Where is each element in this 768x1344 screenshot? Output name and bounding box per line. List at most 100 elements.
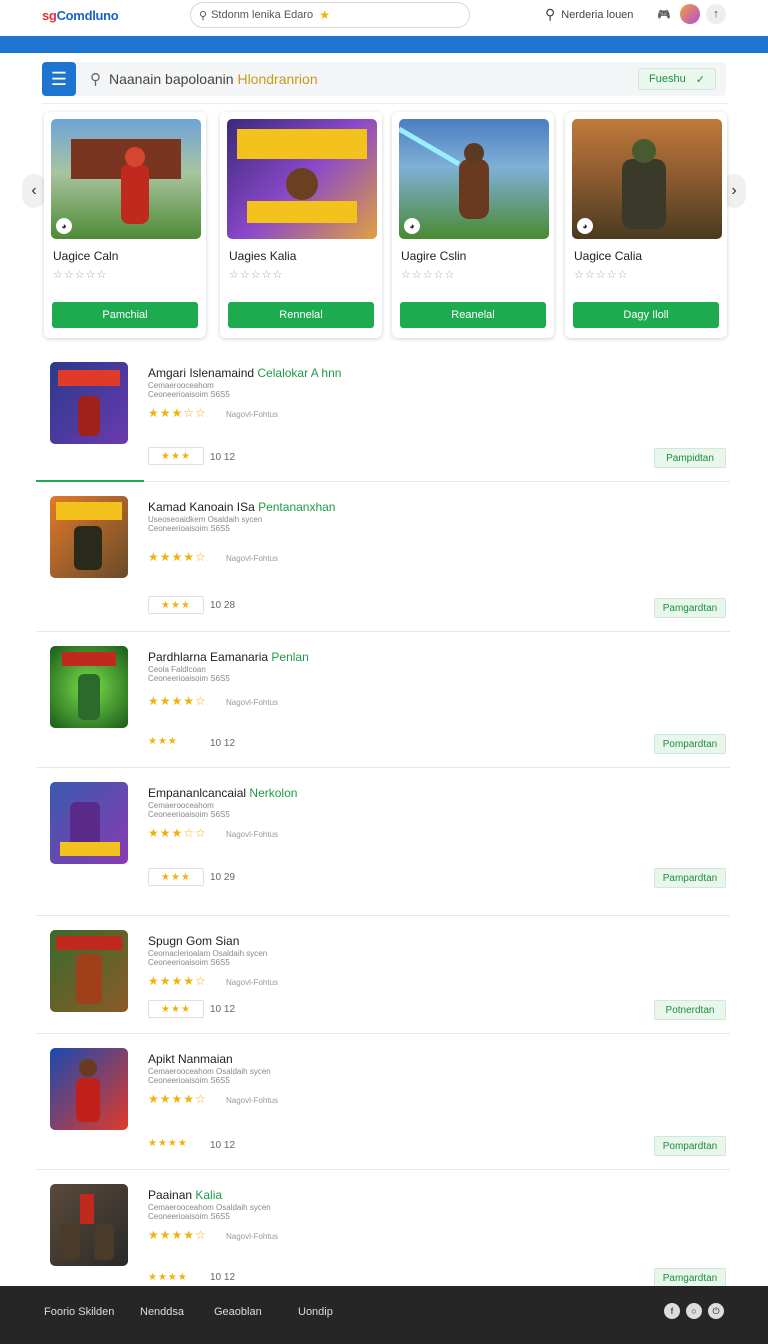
game-meta: Ceoneerioaisoim S6S5 — [148, 1212, 230, 1221]
star-rating: ★★★☆☆ — [148, 826, 207, 840]
list-item[interactable]: Empananlcancaial Nerkolon Cemaerooceahom… — [36, 768, 730, 916]
download-count: 10 12 — [210, 1004, 236, 1015]
game-publisher: Cemaerooceahom — [148, 381, 214, 390]
game-publisher: Ceomaclerioalam Osaldaih sycen — [148, 949, 268, 958]
vote-count: Nagovl-Fohtus — [226, 1096, 279, 1105]
right-search-label: Nerderia louen — [561, 8, 634, 21]
game-title[interactable]: Kamad Kanoain ISa Pentananxhan — [148, 500, 335, 514]
rating-box[interactable]: ★★★★ — [148, 1134, 204, 1152]
header-icons: 🎮 ↑ — [654, 4, 726, 24]
menu-icon[interactable]: ☰ — [42, 62, 76, 96]
footer-link[interactable]: Uondip — [298, 1306, 333, 1318]
brand-bar — [0, 36, 768, 53]
card-title: Uagire Cslin — [401, 249, 467, 263]
vote-count: Nagovl-Fohtus — [226, 698, 279, 707]
game-icon — [50, 646, 128, 728]
platform-icon: ◕ — [404, 218, 420, 234]
game-art — [71, 139, 181, 224]
list-item[interactable]: Spugn Gom Sian Ceomaclerioalam Osaldaih … — [36, 916, 730, 1034]
list-item[interactable]: Apikt Nanmaian Cemaerooceahom Osaldaih s… — [36, 1034, 730, 1170]
site-logo[interactable]: sgComdluno — [42, 8, 119, 23]
list-item[interactable]: Paainan Kalia Cemaerooceahom Osaldaih sy… — [36, 1170, 730, 1288]
game-publisher: Cemaerooceahom Osaldaih sycen — [148, 1203, 271, 1212]
featured-carousel: ‹ › ◕ Uagice Caln ☆☆☆☆☆ Pamchial Uagies … — [22, 112, 746, 340]
footer-link[interactable]: Foorio Skilden — [44, 1306, 114, 1318]
install-button[interactable]: Potnerdtan — [654, 1000, 726, 1020]
download-count: 10 29 — [210, 872, 236, 883]
main-search-bar[interactable]: ☰ ⚲ Naanain bapoloanin Hlondranrion Fues… — [42, 62, 726, 96]
filter-button[interactable]: Fueshu ✓ — [638, 68, 716, 90]
install-button[interactable]: Pamgardtan — [654, 1268, 726, 1288]
game-controller-icon[interactable]: 🎮 — [654, 4, 674, 24]
featured-card[interactable]: Uagies Kalia ☆☆☆☆☆ Rennelal — [220, 112, 382, 338]
game-meta: Ceoneerioaisoim S6S5 — [148, 524, 230, 533]
logo-prefix: sg — [42, 8, 57, 23]
footer-link[interactable]: Geaoblan — [214, 1306, 262, 1318]
star-rating: ★★★★☆ — [148, 974, 207, 988]
star-rating: ★★★★☆ — [148, 1092, 207, 1106]
top-search-input[interactable]: ⚲ Stdonm lenika Edaro ★ — [190, 2, 470, 28]
avatar-icon[interactable] — [680, 4, 700, 24]
facebook-icon[interactable]: f — [664, 1303, 680, 1319]
star-rating: ★★★☆☆ — [148, 406, 207, 420]
card-rating: ☆☆☆☆☆ — [229, 269, 284, 281]
right-search[interactable]: ⚲ Nerderia louen — [545, 6, 633, 23]
game-publisher: Cemaerooceahom — [148, 801, 214, 810]
install-button[interactable]: Pompardtan — [654, 1136, 726, 1156]
search-icon: ⚲ — [90, 71, 101, 88]
star-icon[interactable]: ★ — [319, 8, 330, 22]
footer-link[interactable]: Nenddsa — [140, 1306, 184, 1318]
game-icon — [50, 930, 128, 1012]
star-rating: ★★★★☆ — [148, 550, 207, 564]
game-icon — [50, 782, 128, 864]
star-rating: ★★★★☆ — [148, 694, 207, 708]
game-icon — [50, 496, 128, 578]
card-install-button[interactable]: Reanelal — [400, 302, 546, 328]
card-install-button[interactable]: Pamchial — [52, 302, 198, 328]
power-icon[interactable]: ⏻ — [708, 1303, 724, 1319]
game-art — [622, 139, 666, 229]
card-install-button[interactable]: Rennelal — [228, 302, 374, 328]
game-title[interactable]: Paainan Kalia — [148, 1188, 222, 1202]
list-item[interactable]: Kamad Kanoain ISa Pentananxhan Useoseoai… — [36, 482, 730, 632]
rating-box[interactable]: ★★★ — [148, 596, 204, 614]
download-count: 10 28 — [210, 600, 236, 611]
game-meta: Ceoneerioaisoim S6S5 — [148, 1076, 230, 1085]
game-thumbnail — [227, 119, 377, 239]
featured-card[interactable]: ◕ Uagice Caln ☆☆☆☆☆ Pamchial — [44, 112, 206, 338]
game-title[interactable]: Pardhlarna Eamanaria Penlan — [148, 650, 309, 664]
game-publisher: Useoseoaidkem Osaldaih sycen — [148, 515, 263, 524]
game-title[interactable]: Apikt Nanmaian — [148, 1052, 233, 1066]
search-input[interactable]: Naanain bapoloanin Hlondranrion — [109, 71, 318, 87]
game-title[interactable]: Amgari Islenamaind Celalokar A hnn — [148, 366, 341, 380]
game-thumbnail: ◕ — [572, 119, 722, 239]
game-thumbnail: ◕ — [51, 119, 201, 239]
rating-box[interactable]: ★★★ — [148, 868, 204, 886]
logo-text: Comdluno — [56, 8, 119, 23]
rating-box[interactable]: ★★★★ — [148, 1268, 204, 1286]
game-title[interactable]: Spugn Gom Sian — [148, 934, 239, 948]
featured-card[interactable]: ◕ Uagire Cslin ☆☆☆☆☆ Reanelal — [392, 112, 554, 338]
install-button[interactable]: Pamgardtan — [654, 598, 726, 618]
game-title[interactable]: Empananlcancaial Nerkolon — [148, 786, 297, 800]
list-item[interactable]: Pardhlarna Eamanaria Penlan Ceola Faldlc… — [36, 632, 730, 768]
install-button[interactable]: Pampidtan — [654, 448, 726, 468]
platform-icon: ◕ — [577, 218, 593, 234]
rating-box[interactable]: ★★★ — [148, 1000, 204, 1018]
rating-box[interactable]: ★★★ — [148, 732, 204, 750]
game-icon — [50, 1184, 128, 1266]
download-count: 10 12 — [210, 1272, 236, 1283]
card-install-button[interactable]: Dagy Iloll — [573, 302, 719, 328]
rating-box[interactable]: ★★★ — [148, 447, 204, 465]
card-rating: ☆☆☆☆☆ — [401, 269, 456, 281]
chevron-left-icon[interactable]: ‹ — [22, 174, 46, 208]
card-rating: ☆☆☆☆☆ — [53, 269, 108, 281]
vote-count: Nagovl-Fohtus — [226, 978, 279, 987]
install-button[interactable]: Pampardtan — [654, 868, 726, 888]
search-icon: ⚲ — [545, 6, 556, 22]
list-item[interactable]: Amgari Islenamaind Celalokar A hnn Cemae… — [36, 348, 730, 482]
install-button[interactable]: Pompardtan — [654, 734, 726, 754]
featured-card[interactable]: ◕ Uagice Calia ☆☆☆☆☆ Dagy Iloll — [565, 112, 727, 338]
upload-icon[interactable]: ↑ — [706, 4, 726, 24]
chat-icon[interactable]: ○ — [686, 1303, 702, 1319]
